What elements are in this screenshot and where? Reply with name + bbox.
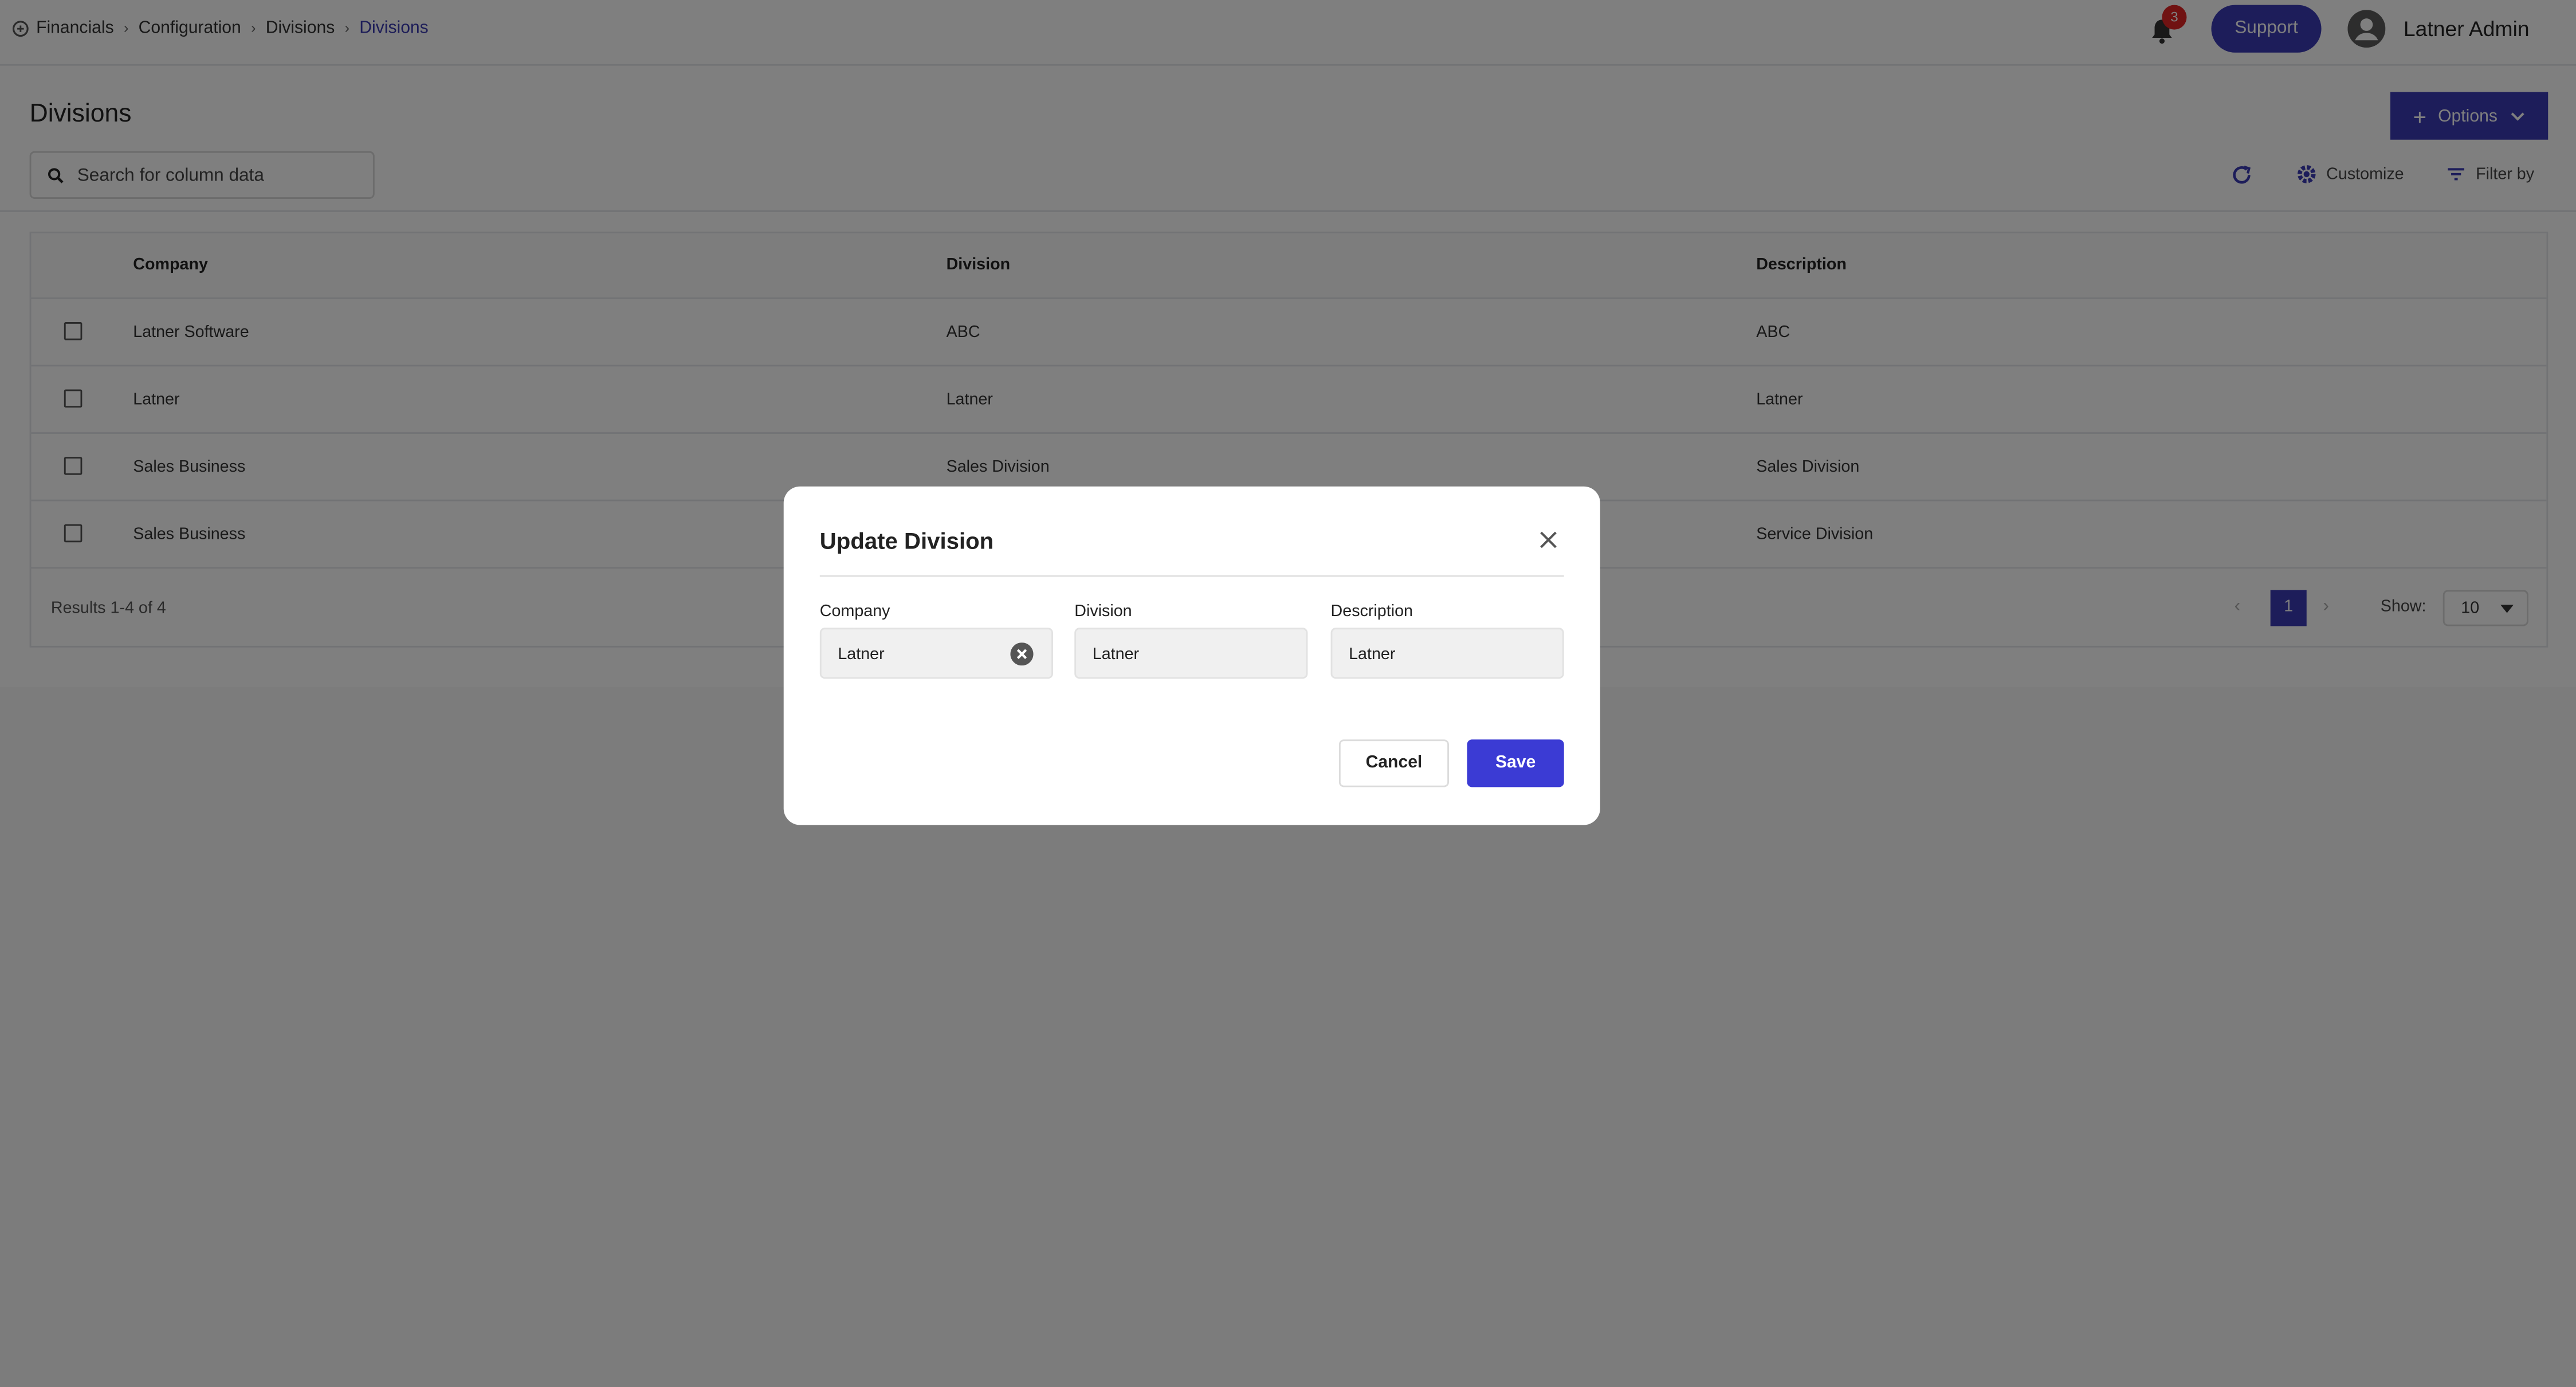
company-label: Company bbox=[819, 603, 890, 621]
dialog-divider bbox=[819, 575, 1564, 577]
update-division-dialog: Update Division Company Division Descrip… bbox=[783, 486, 1600, 825]
division-label: Division bbox=[1074, 603, 1132, 621]
company-field[interactable]: Latner bbox=[819, 628, 1053, 679]
dialog-title: Update Division bbox=[819, 527, 994, 554]
division-field[interactable]: Latner bbox=[1074, 628, 1308, 679]
page: Financials › Configuration › Divisions ›… bbox=[0, 0, 2576, 1387]
cancel-button[interactable]: Cancel bbox=[1338, 739, 1449, 787]
save-button[interactable]: Save bbox=[1467, 739, 1564, 787]
description-value: Latner bbox=[1349, 645, 1396, 664]
clear-icon[interactable] bbox=[1010, 642, 1034, 666]
company-value: Latner bbox=[838, 645, 885, 664]
description-label: Description bbox=[1330, 603, 1413, 621]
division-value: Latner bbox=[1092, 645, 1140, 664]
close-icon[interactable] bbox=[1538, 529, 1559, 550]
description-field[interactable]: Latner bbox=[1330, 628, 1564, 679]
app-root: Financials › Configuration › Divisions ›… bbox=[0, 0, 2576, 1387]
